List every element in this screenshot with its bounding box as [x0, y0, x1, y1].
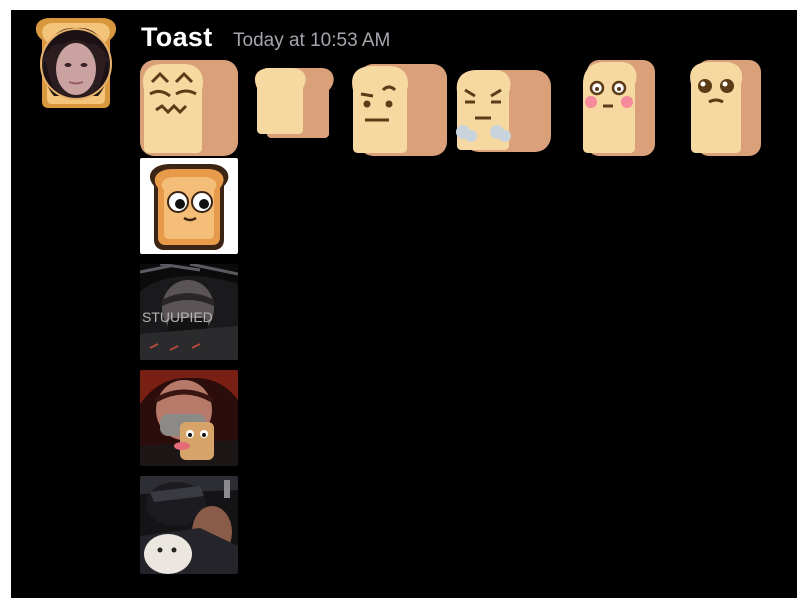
toast-blushing-emoji[interactable] [583, 60, 655, 161]
user-avatar[interactable] [30, 16, 122, 110]
photo-overlay-text: STUUPIED [142, 309, 213, 325]
username[interactable]: Toast [141, 22, 213, 53]
toast-sweating-emoji[interactable] [140, 60, 238, 161]
masked-person-photo-1[interactable]: STUUPIED [140, 264, 238, 360]
chat-message-area: Toast Today at 10:53 AM STUUPIED [11, 10, 797, 598]
toast-pleading-emoji[interactable] [687, 60, 761, 161]
toast-plain-emoji[interactable] [251, 68, 335, 143]
googly-eyes-toast-image[interactable] [140, 158, 238, 254]
masked-person-plush-photo[interactable] [140, 476, 238, 574]
toast-angry-steam-emoji[interactable] [455, 70, 551, 157]
message-timestamp: Today at 10:53 AM [233, 30, 391, 51]
masked-person-toast-photo[interactable] [140, 370, 238, 466]
toast-suspicious-emoji[interactable] [349, 64, 447, 161]
